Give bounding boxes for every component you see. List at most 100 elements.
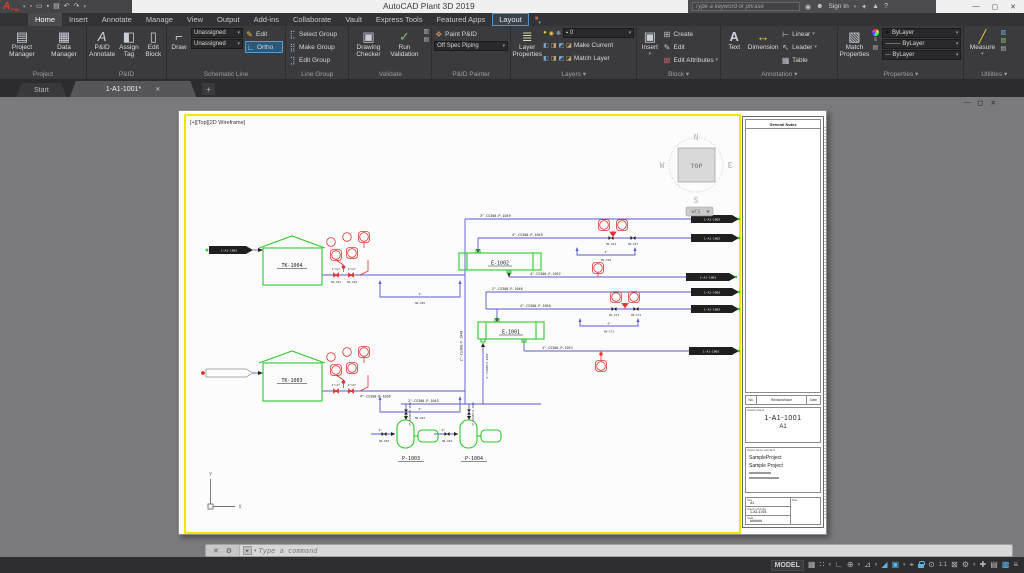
file-tab-start[interactable]: Start	[16, 83, 67, 97]
osnap-caret-icon[interactable]: ▾	[903, 562, 906, 568]
sign-in-caret-icon[interactable]: ▾	[854, 4, 857, 10]
qat-customize-caret-icon[interactable]: ▾	[84, 4, 87, 10]
workspace-caret-icon[interactable]: ▾	[973, 562, 976, 568]
line-label-vertical[interactable]: 2"-CS300-P-1048	[460, 331, 464, 362]
viewcube-north[interactable]: N	[694, 133, 699, 142]
search-input[interactable]	[692, 2, 800, 11]
layer-tool-icon[interactable]: ◩	[559, 42, 565, 49]
app-store-icon[interactable]: ✦	[861, 3, 867, 11]
label-e1002[interactable]: E-1002	[491, 261, 509, 267]
edit-attributes-button[interactable]: ⊠Edit Attributes▾	[663, 54, 719, 66]
layer-tool-icon[interactable]: ◧	[543, 42, 549, 49]
tab-annotate[interactable]: Annotate	[95, 13, 139, 26]
snap-caret-icon[interactable]: ▾	[829, 562, 832, 568]
layout-paper[interactable]: [+][Top][2D Wireframe] N W E S TOP	[178, 110, 827, 535]
recent-commands-icon[interactable]: ▸	[243, 546, 252, 555]
workspace-gear-icon[interactable]: ⚙	[962, 557, 969, 573]
dimension-button[interactable]: ↔Dimension	[747, 28, 779, 70]
edit-block-button[interactable]: ▯Edit Block	[143, 28, 164, 70]
panel-label-layers[interactable]: Layers ▾	[511, 70, 636, 80]
save-icon[interactable]: ▪	[47, 0, 49, 13]
viewcube-south[interactable]: S	[694, 196, 699, 205]
viewport-border[interactable]	[185, 115, 740, 533]
annotation-visibility-icon[interactable]: ⊠	[951, 557, 958, 573]
id-point-icon[interactable]: ▨	[1000, 37, 1006, 44]
tab-manage[interactable]: Manage	[139, 13, 180, 26]
sign-in-button[interactable]: Sign In	[828, 3, 848, 10]
logo-menu-caret-icon[interactable]: ▾	[23, 4, 26, 10]
tab-featured-apps[interactable]: Featured Apps	[429, 13, 492, 26]
validate-mini-icon[interactable]: ▥	[423, 28, 429, 35]
help-icon[interactable]: ?	[884, 3, 888, 10]
viewcube-top[interactable]: TOP	[691, 162, 703, 170]
tab-addins[interactable]: Add-ins	[247, 13, 286, 26]
viewcube[interactable]: N W E S TOP	[660, 133, 733, 205]
assign-tag-button[interactable]: ◧Assign Tag	[117, 28, 140, 70]
layer-tool-icon[interactable]: ◩	[559, 55, 565, 62]
linetype-combo[interactable]: ———ByLayer▾	[882, 39, 961, 49]
run-validation-button[interactable]: ✓Run Validation	[387, 28, 421, 70]
tab-express-tools[interactable]: Express Tools	[369, 13, 430, 26]
layer-sun-icon[interactable]: ◉	[549, 30, 554, 37]
lineweight-combo[interactable]: —ByLayer▾	[882, 50, 961, 60]
dw-close-button[interactable]: ✕	[991, 99, 996, 107]
tab-home[interactable]: Home	[28, 13, 62, 26]
otrack-toggle-icon[interactable]: ▣	[891, 557, 899, 573]
pipe-lines[interactable]	[253, 219, 692, 434]
line-label[interactable]: 4"-CS300-P-1036	[360, 395, 391, 399]
tab-output[interactable]: Output	[210, 13, 247, 26]
panel-label-block[interactable]: Block ▾	[637, 70, 720, 80]
wcs-control[interactable]: WCS	[686, 207, 713, 216]
command-line[interactable]: ✕ ⚙ ▸ ▾	[205, 544, 1013, 557]
layer-tool-icon[interactable]: ◨	[551, 55, 557, 62]
panel-label-annotation[interactable]: Annotation ▾	[721, 70, 837, 80]
select-group-button[interactable]: ⣏Select Group	[288, 28, 337, 40]
panel-label-pid[interactable]: P&ID	[87, 70, 166, 80]
layer-tool-icon[interactable]: ◧	[543, 55, 549, 62]
layer-freeze-icon[interactable]: ✻	[556, 30, 561, 37]
command-input[interactable]	[259, 547, 1012, 555]
make-group-button[interactable]: ⣿Make Group	[288, 41, 337, 53]
quick-calc-icon[interactable]: ▤	[1000, 45, 1006, 52]
match-properties-button[interactable]: ▧Match Properties	[840, 28, 868, 70]
lineweight-list-icon[interactable]: ▤	[873, 44, 879, 51]
wcs-label[interactable]: WCS	[691, 210, 700, 216]
pid-annotate-button[interactable]: AP&ID Annotate	[89, 28, 115, 70]
panel-label-validate[interactable]: Validate	[349, 70, 431, 80]
panel-label-utilities[interactable]: Utilities ▾	[964, 70, 1024, 80]
layer-tool-icon[interactable]: ◪	[566, 42, 572, 49]
label-p1004[interactable]: P-1004	[465, 456, 483, 462]
polar-caret-icon[interactable]: ▾	[858, 562, 861, 568]
label-tk1003[interactable]: TK-1003	[281, 378, 302, 384]
plot-icon[interactable]: ▤	[53, 0, 60, 13]
linetype-list-icon[interactable]: ≡	[874, 37, 878, 43]
ribbon-collapse-caret-icon[interactable]: ▾	[538, 20, 541, 26]
dw-restore-button[interactable]: ▢	[977, 99, 983, 107]
autodesk-360-icon[interactable]: ▲	[872, 3, 879, 10]
redo-icon[interactable]: ↷	[74, 0, 80, 13]
leader-button[interactable]: ↖Leader▾	[781, 41, 817, 53]
command-caret-icon[interactable]: ▾	[254, 548, 257, 554]
layer-tool-icon[interactable]: ◨	[551, 42, 557, 49]
annotation-monitor-icon[interactable]: ✚	[980, 557, 987, 573]
create-block-button[interactable]: ⊞Create	[663, 28, 719, 40]
annotation-scale-value[interactable]: 1:1	[939, 562, 947, 568]
drawing-canvas[interactable]: — ▢ ✕ [+][Top][2D Wireframe] N W E S TOP	[0, 97, 1024, 557]
title-block[interactable]: General Notes No. Revision/Issue Date Dr…	[742, 116, 824, 528]
panel-label-schematic-line[interactable]: Schematic Line	[167, 70, 285, 80]
line-label[interactable]: 4"-CS300-P-1050	[520, 304, 551, 308]
label-e1001[interactable]: E-1001	[502, 330, 520, 336]
color-wheel-icon[interactable]	[872, 29, 879, 36]
osnap-toggle-icon[interactable]: ◢	[881, 557, 887, 573]
line-label[interactable]: 4"-CS300-P-1053	[542, 346, 573, 350]
polar-tracking-icon[interactable]: ⊕	[847, 557, 854, 573]
line-label-vertical[interactable]: 2"-CS300-P-1041	[408, 402, 412, 426]
off-spec-piping-combo[interactable]: Off Spec Piping▾	[434, 41, 508, 51]
tab-collaborate[interactable]: Collaborate	[286, 13, 338, 26]
make-current-button[interactable]: Make Current	[574, 39, 634, 51]
tab-view[interactable]: View	[180, 13, 210, 26]
insert-block-button[interactable]: ▣Insert▾	[639, 28, 660, 70]
label-tk1004[interactable]: TK-1004	[281, 263, 302, 269]
tab-close-icon[interactable]: ✕	[155, 86, 160, 93]
instrument-single-1[interactable]	[593, 263, 604, 277]
